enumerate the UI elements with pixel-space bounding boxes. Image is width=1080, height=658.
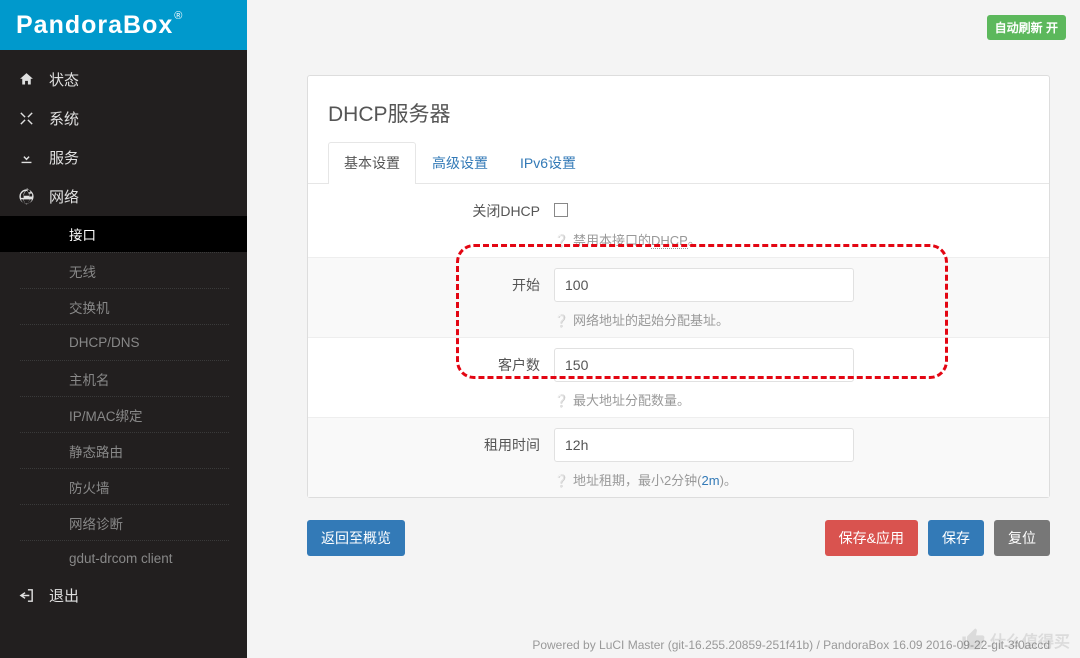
save-apply-button[interactable]: 保存&应用 — [825, 520, 918, 556]
hint-limit: ❔最大地址分配数量。 — [554, 390, 1019, 409]
subnav-switch[interactable]: 交换机 — [20, 288, 229, 324]
hint-start: ❔网络地址的起始分配基址。 — [554, 310, 1019, 329]
nav-logout[interactable]: 退出 — [0, 576, 247, 615]
nav-system[interactable]: 系统 — [0, 99, 247, 138]
help-icon: ❔ — [554, 234, 569, 248]
nav-services[interactable]: 服务 — [0, 138, 247, 177]
disable-dhcp-checkbox[interactable] — [554, 203, 568, 217]
main: 自动刷新 开 DHCP服务器 基本设置 高级设置 IPv6设置 关闭DHCP ❔… — [247, 0, 1080, 658]
nav-status[interactable]: 状态 — [0, 60, 247, 99]
label-limit: 客户数 — [338, 348, 554, 375]
nav-network[interactable]: 网络 — [0, 177, 247, 216]
logout-icon — [18, 587, 35, 604]
lease-link[interactable]: 2m — [702, 473, 720, 488]
brand-name: PandoraBox® — [16, 11, 182, 40]
globe-icon — [18, 188, 35, 205]
tab-ipv6[interactable]: IPv6设置 — [504, 142, 592, 184]
subnav-network: 接口 无线 交换机 DHCP/DNS 主机名 IP/MAC绑定 静态路由 防火墙… — [0, 216, 247, 576]
auto-refresh-button[interactable]: 自动刷新 开 — [987, 15, 1066, 40]
logo-bar[interactable]: PandoraBox® — [0, 0, 247, 50]
actions: 返回至概览 保存&应用 保存 复位 — [307, 520, 1050, 556]
sidebar: PandoraBox® 状态 系统 服务 网络 接口 无线 交换机 — [0, 0, 247, 658]
subnav-wireless[interactable]: 无线 — [20, 252, 229, 288]
footer-text: Powered by LuCI Master (git-16.255.20859… — [532, 638, 1050, 652]
help-icon: ❔ — [554, 474, 569, 488]
nav-services-label: 服务 — [49, 147, 79, 168]
subnav-hostname[interactable]: 主机名 — [20, 360, 229, 396]
panel-title: DHCP服务器 — [308, 76, 1049, 142]
tab-basic[interactable]: 基本设置 — [328, 142, 416, 184]
home-icon — [18, 71, 35, 88]
subnav-ip-mac[interactable]: IP/MAC绑定 — [20, 396, 229, 432]
limit-input[interactable] — [554, 348, 854, 382]
tools-icon — [18, 110, 35, 127]
nav-system-label: 系统 — [49, 108, 79, 129]
tab-advanced[interactable]: 高级设置 — [416, 142, 504, 184]
label-disable-dhcp: 关闭DHCP — [338, 194, 554, 221]
nav-network-label: 网络 — [49, 186, 79, 207]
back-button[interactable]: 返回至概览 — [307, 520, 405, 556]
nav-status-label: 状态 — [49, 69, 79, 90]
reset-button[interactable]: 复位 — [994, 520, 1050, 556]
lease-input[interactable] — [554, 428, 854, 462]
hint-disable: ❔禁用本接口的DHCP。 — [554, 230, 1019, 249]
subnav-diagnostics[interactable]: 网络诊断 — [20, 504, 229, 540]
download-icon — [18, 149, 35, 166]
tabs: 基本设置 高级设置 IPv6设置 — [308, 142, 1049, 184]
help-icon: ❔ — [554, 394, 569, 408]
subnav-interfaces[interactable]: 接口 — [0, 216, 247, 252]
subnav-dhcp-dns[interactable]: DHCP/DNS — [20, 324, 229, 360]
nav: 状态 系统 服务 网络 接口 无线 交换机 DHCP/DNS 主机名 IP/MA… — [0, 50, 247, 658]
subnav-gdut-drcom[interactable]: gdut-drcom client — [20, 540, 229, 576]
subnav-static-route[interactable]: 静态路由 — [20, 432, 229, 468]
nav-logout-label: 退出 — [49, 585, 79, 606]
save-button[interactable]: 保存 — [928, 520, 984, 556]
label-lease: 租用时间 — [338, 428, 554, 455]
hint-lease: ❔地址租期，最小2分钟(2m)。 — [554, 470, 1019, 489]
label-start: 开始 — [338, 268, 554, 295]
form: 关闭DHCP ❔禁用本接口的DHCP。 开始 ❔网络地址的起始分配基址。 客户数 — [308, 184, 1049, 497]
dhcp-panel: DHCP服务器 基本设置 高级设置 IPv6设置 关闭DHCP ❔禁用本接口的D… — [307, 75, 1050, 498]
help-icon: ❔ — [554, 314, 569, 328]
start-input[interactable] — [554, 268, 854, 302]
subnav-firewall[interactable]: 防火墙 — [20, 468, 229, 504]
